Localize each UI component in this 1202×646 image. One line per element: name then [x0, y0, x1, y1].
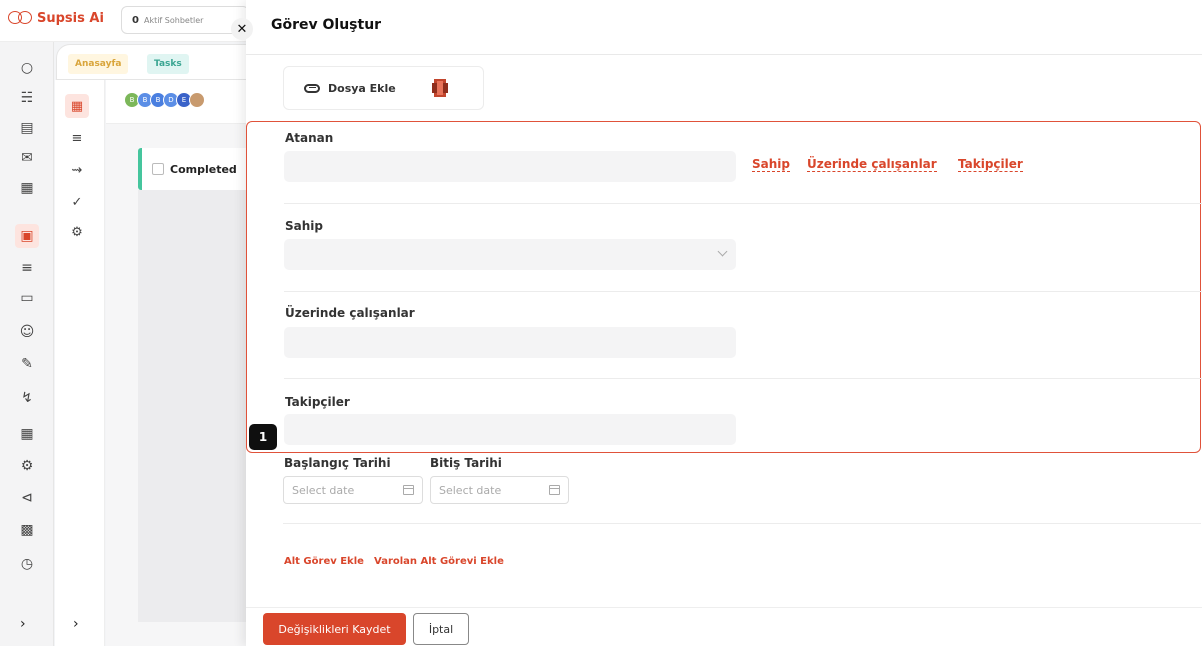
- column-checkbox[interactable]: [152, 163, 164, 175]
- page-tabs: Anasayfa Tasks: [56, 44, 250, 80]
- assignee-input[interactable]: [284, 151, 736, 182]
- clock-icon[interactable]: ◷: [15, 552, 39, 576]
- calendar-icon: [403, 485, 414, 495]
- drive-icon[interactable]: [431, 78, 448, 98]
- cancel-button[interactable]: İptal: [413, 613, 469, 645]
- create-task-drawer: Görev Oluştur Dosya Ekle Atanan Sahip Üz…: [246, 0, 1202, 646]
- workflow-icon[interactable]: ⇝: [65, 158, 89, 182]
- column-header-completed[interactable]: Completed: [138, 148, 250, 190]
- calendar-icon: [549, 485, 560, 495]
- tab-tasks[interactable]: Tasks: [147, 54, 189, 74]
- add-existing-subtask-link[interactable]: Varolan Alt Görevi Ekle: [374, 556, 504, 567]
- tab-home[interactable]: Anasayfa: [68, 54, 129, 74]
- active-chats-button[interactable]: 0 Aktif Sohbetler: [121, 6, 249, 34]
- store-icon[interactable]: ▩: [15, 518, 39, 542]
- brand-name: Supsis Ai: [37, 10, 104, 26]
- start-date-placeholder: Select date: [292, 483, 355, 497]
- task-board: B B B D E Completed: [106, 80, 250, 646]
- drawer-footer: Değişiklikleri Kaydet İptal: [246, 607, 1202, 646]
- tasks-sidebar: ▦ ≡ ⇝ ✓ ⚙ ›: [55, 80, 105, 646]
- settings-icon[interactable]: ⚙: [15, 454, 39, 478]
- attach-file-label: Dosya Ekle: [328, 81, 396, 95]
- expand-sidebar-icon[interactable]: ›: [20, 616, 26, 632]
- drawer-title: Görev Oluştur: [271, 17, 382, 33]
- board-column: [138, 190, 250, 622]
- chevron-down-icon: [717, 246, 728, 257]
- top-bar: Supsis Ai 0 Aktif Sohbetler: [0, 0, 250, 42]
- tasks-icon[interactable]: ▣: [15, 224, 39, 248]
- bolt-icon[interactable]: ↯: [15, 386, 39, 410]
- workers-label: Üzerinde çalışanlar: [285, 306, 415, 320]
- calendar-icon[interactable]: ▦: [15, 176, 39, 200]
- workers-input[interactable]: [284, 327, 736, 358]
- board-header: B B B D E: [106, 80, 250, 124]
- divider: [284, 291, 1202, 292]
- owner-select[interactable]: [284, 239, 736, 270]
- assignee-label: Atanan: [285, 131, 334, 145]
- chat-bubble-icon[interactable]: ○: [15, 56, 39, 80]
- paperclip-icon: [304, 83, 320, 93]
- logo-icon: [8, 10, 34, 26]
- expand-tasks-sidebar-icon[interactable]: ›: [73, 616, 79, 632]
- pen-icon[interactable]: ✎: [15, 352, 39, 376]
- bot-icon[interactable]: ☵: [15, 86, 39, 110]
- end-date-placeholder: Select date: [439, 483, 502, 497]
- divider: [284, 378, 1202, 379]
- mail-icon[interactable]: ✉: [15, 146, 39, 170]
- close-drawer-button[interactable]: ✕: [231, 18, 253, 40]
- active-chats-count: 0: [132, 14, 139, 26]
- end-date-picker[interactable]: Select date: [430, 476, 569, 504]
- check-add-icon[interactable]: ✓: [65, 190, 89, 214]
- column-title: Completed: [170, 162, 237, 176]
- share-icon[interactable]: ⊲: [15, 486, 39, 510]
- owner-role-link[interactable]: Sahip: [752, 157, 790, 172]
- main-sidebar: ○ ☵ ▤ ✉ ▦ ▣ ≡ ▭ ☺ ✎ ↯ ▦ ⚙ ⊲ ▩ ◷ ›: [0, 42, 54, 646]
- end-date-label: Bitiş Tarihi: [430, 456, 502, 470]
- inbox-icon[interactable]: ▭: [15, 286, 39, 310]
- followers-role-link[interactable]: Takipçiler: [958, 157, 1023, 172]
- kanban-icon[interactable]: ▦: [65, 94, 89, 118]
- followers-label: Takipçiler: [285, 395, 350, 409]
- divider: [283, 523, 1201, 524]
- divider: [284, 203, 1202, 204]
- annotation-badge: 1: [249, 424, 277, 450]
- start-date-label: Başlangıç Tarihi: [284, 456, 391, 470]
- avatar-photo[interactable]: [189, 92, 205, 108]
- start-date-picker[interactable]: Select date: [283, 476, 423, 504]
- assignment-section-highlight: Atanan Sahip Üzerinde çalışanlar Takipçi…: [246, 121, 1202, 453]
- users-icon[interactable]: ☺: [15, 320, 39, 344]
- brand-logo[interactable]: Supsis Ai: [8, 10, 104, 26]
- ticket-icon[interactable]: ≡: [15, 256, 39, 280]
- active-chats-label: Aktif Sohbetler: [143, 15, 204, 25]
- workers-role-link[interactable]: Üzerinde çalışanlar: [807, 157, 937, 172]
- save-changes-button[interactable]: Değişiklikleri Kaydet: [263, 613, 406, 645]
- gear-icon[interactable]: ⚙: [65, 220, 89, 244]
- attach-file-button[interactable]: Dosya Ekle: [283, 66, 484, 110]
- grid-icon[interactable]: ▦: [15, 422, 39, 446]
- add-subtask-link[interactable]: Alt Görev Ekle: [284, 556, 364, 567]
- drawer-header: Görev Oluştur: [246, 0, 1202, 55]
- contact-card-icon[interactable]: ▤: [15, 116, 39, 140]
- list-icon[interactable]: ≡: [65, 126, 89, 150]
- followers-input[interactable]: [284, 414, 736, 445]
- owner-label: Sahip: [285, 219, 323, 233]
